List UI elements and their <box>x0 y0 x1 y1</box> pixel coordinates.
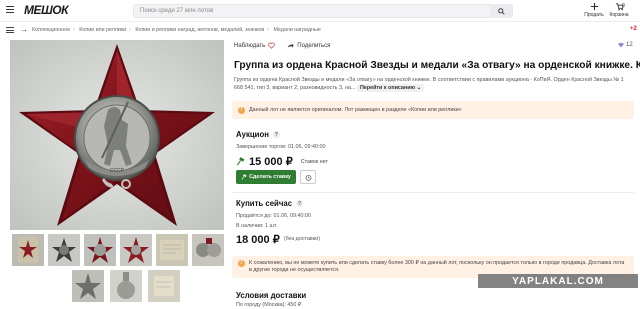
watch-button[interactable]: Наблюдать <box>234 42 276 49</box>
delivery-title: Условия доставки <box>236 291 307 300</box>
thumbnail[interactable] <box>48 234 80 266</box>
top-header: МЕШОК Поиск среди 27 млн лотов Продать К… <box>0 0 640 22</box>
favorites-counter: 12 <box>618 42 633 48</box>
auction-price-row: 15 000 ₽ Ставок нет <box>236 155 328 168</box>
breadcrumb-separator: › <box>129 27 131 33</box>
help-icon[interactable]: ? <box>272 131 280 138</box>
delivery-city-line: По городу (Москва): 450 ₽ <box>236 302 302 308</box>
breadcrumb-separator: › <box>267 27 269 33</box>
breadcrumb-separator: › <box>73 27 75 33</box>
place-bid-label: Сделать ставку <box>249 174 291 180</box>
auction-title: Аукцион <box>236 130 269 139</box>
plus-icon <box>590 2 598 11</box>
auction-end-time: Завершение торгов: 01.06, 09:40:00 <box>236 144 326 150</box>
buy-now-title: Купить сейчас <box>236 199 293 208</box>
search-icon <box>497 7 505 15</box>
breadcrumb-item[interactable]: Копии и реплики наград, жетонов, медалей… <box>135 27 264 33</box>
main-lot-photo[interactable]: СССР <box>10 40 224 230</box>
copy-warning-banner: ! Данный лот не является оригиналом. Лот… <box>232 101 634 119</box>
search-bar[interactable]: Поиск среди 27 млн лотов <box>133 4 513 18</box>
breadcrumb-item[interactable]: Копии или реплики <box>79 27 126 33</box>
buy-now-until: Продаётся до: 01.06, 09:40:00 <box>236 213 312 219</box>
thumbnail[interactable] <box>156 234 188 266</box>
share-button[interactable]: Поделиться <box>287 42 330 49</box>
lot-description-text: Группа из ордена Красной Звезды и медали… <box>234 77 624 91</box>
thumbnail[interactable] <box>192 234 224 266</box>
catalog-menu-icon[interactable] <box>6 27 14 33</box>
thumbnail[interactable] <box>84 234 116 266</box>
hammer-icon <box>236 157 245 166</box>
warning-icon: ! <box>238 260 245 267</box>
buy-now-section-title: Купить сейчас ? <box>236 199 304 208</box>
red-star-order-image: СССР <box>10 40 224 230</box>
clock-icon <box>305 174 311 181</box>
thumbnail[interactable] <box>12 234 44 266</box>
thumbnail[interactable] <box>110 270 142 302</box>
go-to-description-label: Перейти к описанию <box>359 85 416 91</box>
watch-label: Наблюдать <box>234 42 266 49</box>
go-to-description-link[interactable]: Перейти к описанию ⌄ <box>356 84 425 92</box>
search-input[interactable]: Поиск среди 27 млн лотов <box>140 8 213 14</box>
auction-price: 15 000 ₽ <box>249 156 293 168</box>
cart-count-badge: 0 <box>622 3 625 9</box>
site-logo[interactable]: МЕШОК <box>24 3 68 17</box>
share-icon <box>287 43 294 48</box>
thumbnail[interactable] <box>148 270 180 302</box>
breadcrumb-item[interactable]: Медали наградные <box>273 27 320 33</box>
breadcrumb: Коллекционное › Копии или реплики › Копии … <box>32 27 321 33</box>
place-bid-button[interactable]: Сделать ставку <box>236 170 296 184</box>
purchase-limit-text: К сожалению, вы не можете купить или сде… <box>249 260 625 273</box>
breadcrumb-row: → Коллекционное › Копии или реплики › Копи… <box>0 23 640 37</box>
cart-button[interactable]: Корзина <box>606 2 632 18</box>
heart-icon <box>268 42 276 49</box>
share-label: Поделиться <box>297 42 331 49</box>
sell-button[interactable]: Продать <box>581 2 607 18</box>
lot-actions: Наблюдать Поделиться <box>234 42 330 49</box>
price-note: (без доставки) <box>284 236 320 242</box>
lot-description: Группа из ордена Красной Звезды и медали… <box>234 76 634 92</box>
hamburger-menu-icon[interactable] <box>6 6 14 13</box>
section-divider <box>232 192 634 193</box>
warning-icon: ! <box>238 106 245 114</box>
buy-now-price: 18 000 ₽ <box>236 234 280 246</box>
copy-warning-text: Данный лот не является оригиналом. Лот р… <box>249 107 462 113</box>
breadcrumb-item[interactable]: Коллекционное <box>32 27 70 33</box>
lot-title: Группа из ордена Красной Звезды и медали… <box>234 60 640 71</box>
reminder-button[interactable] <box>300 170 316 184</box>
svg-text:СССР: СССР <box>110 168 125 174</box>
stock-label: В наличии: 1 шт. <box>236 223 278 229</box>
thumbnail[interactable] <box>120 234 152 266</box>
thumbnail[interactable] <box>72 270 104 302</box>
help-icon[interactable]: ? <box>296 200 304 207</box>
hammer-icon <box>241 174 247 180</box>
cart-label: Корзина <box>609 12 629 18</box>
fav-count: 12 <box>626 42 633 48</box>
back-arrow-icon[interactable]: → <box>20 25 28 34</box>
bid-status: Ставок нет <box>300 158 328 165</box>
notification-count: +2 <box>630 26 637 32</box>
auction-section-title: Аукцион ? <box>236 130 280 139</box>
search-button[interactable] <box>490 4 512 18</box>
heart-filled-icon <box>618 42 624 48</box>
sell-label: Продать <box>584 12 604 18</box>
logo-text: МЕШОК <box>24 3 68 17</box>
watermark: YAPLAKAL.COM <box>478 274 638 288</box>
